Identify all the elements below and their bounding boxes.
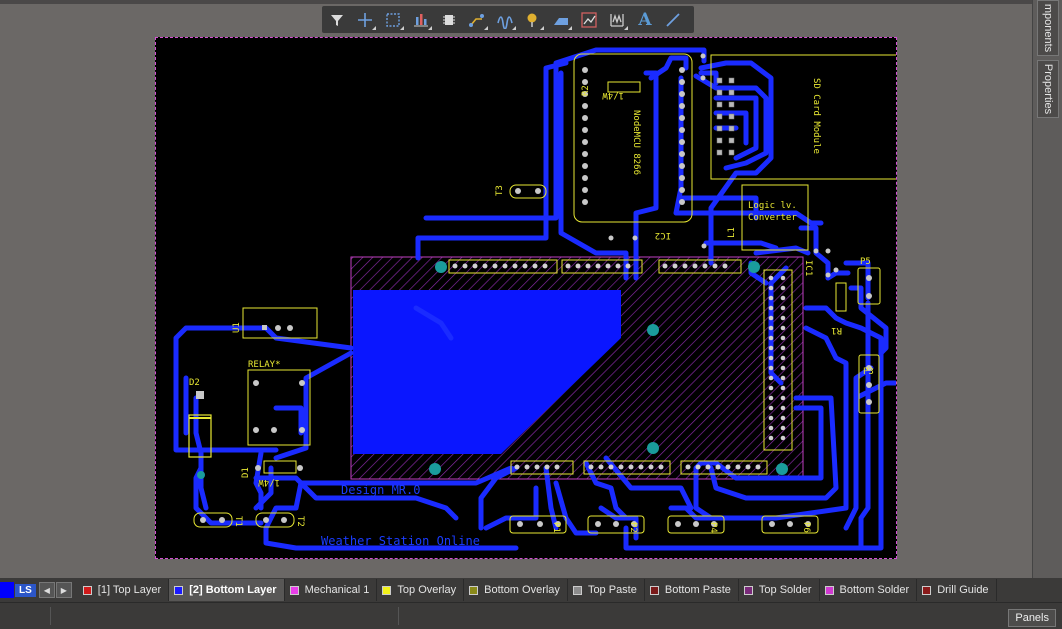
r1-outline xyxy=(835,282,847,312)
p3-label: P3 xyxy=(863,367,874,377)
p5-label: P5 xyxy=(860,257,871,267)
layer-prev-icon[interactable]: ◀ xyxy=(38,582,55,598)
t2-label: T2 xyxy=(295,516,305,527)
d1-value: 1/4W xyxy=(258,477,280,487)
layer-tab[interactable]: Mechanical 1 xyxy=(285,579,378,601)
layer-tab-label: Top Solder xyxy=(758,584,812,596)
t1-label: T1 xyxy=(233,516,243,527)
ic2-label: IC2 xyxy=(655,230,671,240)
u1-label: U1 xyxy=(232,322,242,333)
layer-color-swatch xyxy=(572,585,582,595)
layer-color-swatch xyxy=(289,585,299,595)
layer-tab[interactable]: Top Solder xyxy=(739,579,820,601)
d2-label: D2 xyxy=(189,378,200,388)
layer-color-swatch xyxy=(922,585,932,595)
status-bar: Panels xyxy=(0,602,1062,629)
pcb-canvas[interactable]: A1 SD Card Module No xyxy=(0,4,1032,578)
d2-pad xyxy=(196,391,204,399)
t3-label: T3 xyxy=(495,185,505,196)
layer-color-swatch xyxy=(824,585,834,595)
layer-color-swatch xyxy=(382,585,392,595)
layer-tab[interactable]: Top Paste xyxy=(568,579,645,601)
layer-tab[interactable]: Bottom Overlay xyxy=(464,579,568,601)
r1-label: R1 xyxy=(831,325,842,335)
logic-label-2: Converter xyxy=(748,213,797,223)
layer-tab-label: Bottom Paste xyxy=(664,584,731,596)
status-segment-2 xyxy=(52,607,399,625)
layer-color-swatch xyxy=(469,585,479,595)
p4-label: P4 xyxy=(708,522,718,533)
u1-outline xyxy=(242,307,318,339)
d1-label: D1 xyxy=(241,467,251,478)
layer-tab[interactable]: Drill Guide xyxy=(917,579,997,601)
layer-set-button[interactable]: LS xyxy=(15,583,36,597)
layer-tab-label: Drill Guide xyxy=(937,584,989,596)
nodemcu-label: NodeMCU 8266 xyxy=(631,110,641,175)
current-layer-swatch[interactable] xyxy=(0,582,14,598)
layer-color-swatch xyxy=(649,585,659,595)
panels-button[interactable]: Panels xyxy=(1008,609,1056,627)
layer-tab-label: [1] Top Layer xyxy=(97,584,162,596)
r2-value: 1/4W xyxy=(602,90,624,100)
layer-tab-label: Bottom Overlay xyxy=(484,584,560,596)
ic1-label: IC1 xyxy=(803,260,813,276)
layer-color-swatch xyxy=(743,585,753,595)
design-label: Design MR.0 xyxy=(341,483,420,497)
layer-tab-label: Mechanical 1 xyxy=(304,584,370,596)
layer-next-icon[interactable]: ▶ xyxy=(55,582,72,598)
layer-color-swatch xyxy=(82,585,92,595)
sd-card-outline xyxy=(710,54,896,180)
layer-tab[interactable]: Top Overlay xyxy=(377,579,465,601)
layer-color-swatch xyxy=(174,585,184,595)
l1-label: L1 xyxy=(727,227,737,238)
logic-label-1: Logic lv. xyxy=(748,201,797,211)
layer-tab-bar: LS ◀ ▶ [1] Top Layer [2] Bottom Layer Mech… xyxy=(0,578,1062,602)
weather-station-label: Weather Station Online xyxy=(321,534,480,548)
p6-label: P6 xyxy=(801,522,811,533)
right-panel-strip: mponents Properties xyxy=(1032,0,1062,578)
relay-label: RELAY* xyxy=(248,360,281,370)
layer-tab-label: Bottom Solder xyxy=(839,584,910,596)
layer-tab-label: Top Paste xyxy=(587,584,637,596)
r2-label: R2 xyxy=(581,85,591,96)
sd-card-label: SD Card Module xyxy=(811,78,821,154)
status-segment-1 xyxy=(0,607,51,625)
components-tab[interactable]: mponents xyxy=(1037,0,1059,56)
layer-tab[interactable]: Bottom Solder xyxy=(820,579,918,601)
d2-via xyxy=(197,471,205,479)
p1-label: P1 xyxy=(551,522,561,533)
p2-label: P2 xyxy=(628,522,638,533)
layer-tab[interactable]: Bottom Paste xyxy=(645,579,739,601)
layer-tab[interactable]: [2] Bottom Layer xyxy=(169,579,285,601)
properties-tab[interactable]: Properties xyxy=(1037,60,1059,118)
layer-tab[interactable]: [1] Top Layer xyxy=(78,579,170,601)
layer-tab-label: Top Overlay xyxy=(397,584,457,596)
pcb-board[interactable]: A1 SD Card Module No xyxy=(155,37,897,559)
pcb-drawing: A1 SD Card Module No xyxy=(173,47,896,551)
layer-tab-label: [2] Bottom Layer xyxy=(189,584,277,596)
